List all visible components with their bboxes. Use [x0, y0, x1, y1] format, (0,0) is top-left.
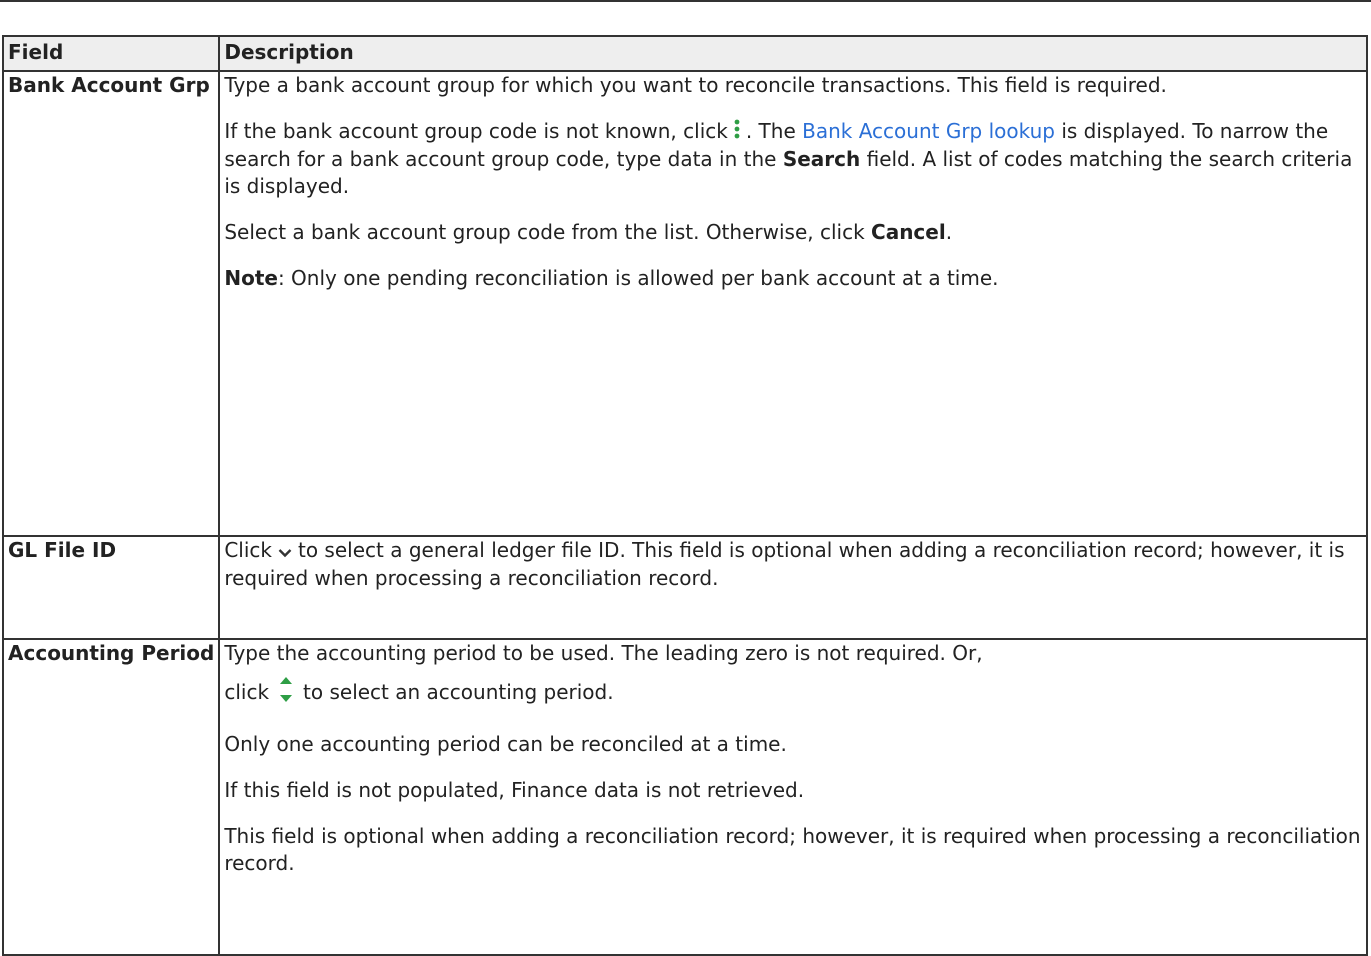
text: If this field is not populated, Finance …	[224, 778, 805, 802]
field-name: Accounting Period	[1, 638, 221, 956]
chevron-down-icon	[278, 538, 292, 565]
bold-text: Note	[224, 266, 278, 290]
text: click	[224, 680, 270, 704]
text: to select an accounting period.	[303, 680, 614, 704]
field-description-table: Field Description Bank Account Grp Type …	[1, 35, 1368, 956]
text: Only one accounting period can be reconc…	[224, 732, 787, 756]
spinner-up-down-icon	[279, 675, 293, 712]
paragraph: This field is optional when adding a rec…	[224, 823, 1362, 877]
table-row: GL File ID Click to select a general ledg…	[1, 535, 1368, 640]
table-header-row: Field Description	[1, 35, 1368, 72]
text: to select a general ledger file ID. This…	[224, 538, 1345, 590]
table-row: Bank Account Grp Type a bank account gro…	[1, 70, 1368, 537]
top-rule	[0, 0, 1371, 2]
text: . The	[745, 119, 796, 143]
field-description: Type a bank account group for which you …	[218, 70, 1368, 537]
text: .	[945, 220, 953, 244]
paragraph: If this field is not populated, Finance …	[224, 777, 1362, 804]
text: If the bank account group code is not kn…	[224, 119, 728, 143]
field-name: GL File ID	[1, 535, 221, 640]
paragraph: Type the accounting period to be used. T…	[224, 640, 1362, 712]
field-description: Click to select a general ledger file ID.…	[218, 535, 1368, 640]
vertical-ellipsis-icon	[734, 119, 740, 146]
paragraph: Note: Only one pending reconciliation is…	[224, 265, 1362, 292]
bold-text: Cancel	[871, 220, 946, 244]
bank-account-grp-lookup-link[interactable]: Bank Account Grp lookup	[802, 119, 1055, 143]
paragraph: Click to select a general ledger file ID.…	[224, 537, 1362, 592]
field-name: Bank Account Grp	[1, 70, 221, 537]
text: Click	[224, 538, 272, 562]
text: Select a bank account group code from th…	[224, 220, 865, 244]
table-row: Accounting Period Type the accounting pe…	[1, 638, 1368, 956]
text-line: click to select an accounting period.	[224, 675, 614, 712]
field-description: Type the accounting period to be used. T…	[218, 638, 1368, 956]
paragraph: Type a bank account group for which you …	[224, 72, 1362, 99]
paragraph: If the bank account group code is not kn…	[224, 118, 1362, 200]
paragraph: Only one accounting period can be reconc…	[224, 731, 1362, 758]
bold-text: Search	[782, 147, 861, 171]
header-field: Field	[1, 35, 221, 72]
text: This field is optional when adding a rec…	[224, 824, 1361, 875]
text: : Only one pending reconciliation is all…	[277, 266, 999, 290]
paragraph: Select a bank account group code from th…	[224, 219, 1362, 246]
header-description: Description	[218, 35, 1368, 72]
text: Type a bank account group for which you …	[224, 73, 1167, 97]
text: Type the accounting period to be used. T…	[224, 641, 983, 665]
